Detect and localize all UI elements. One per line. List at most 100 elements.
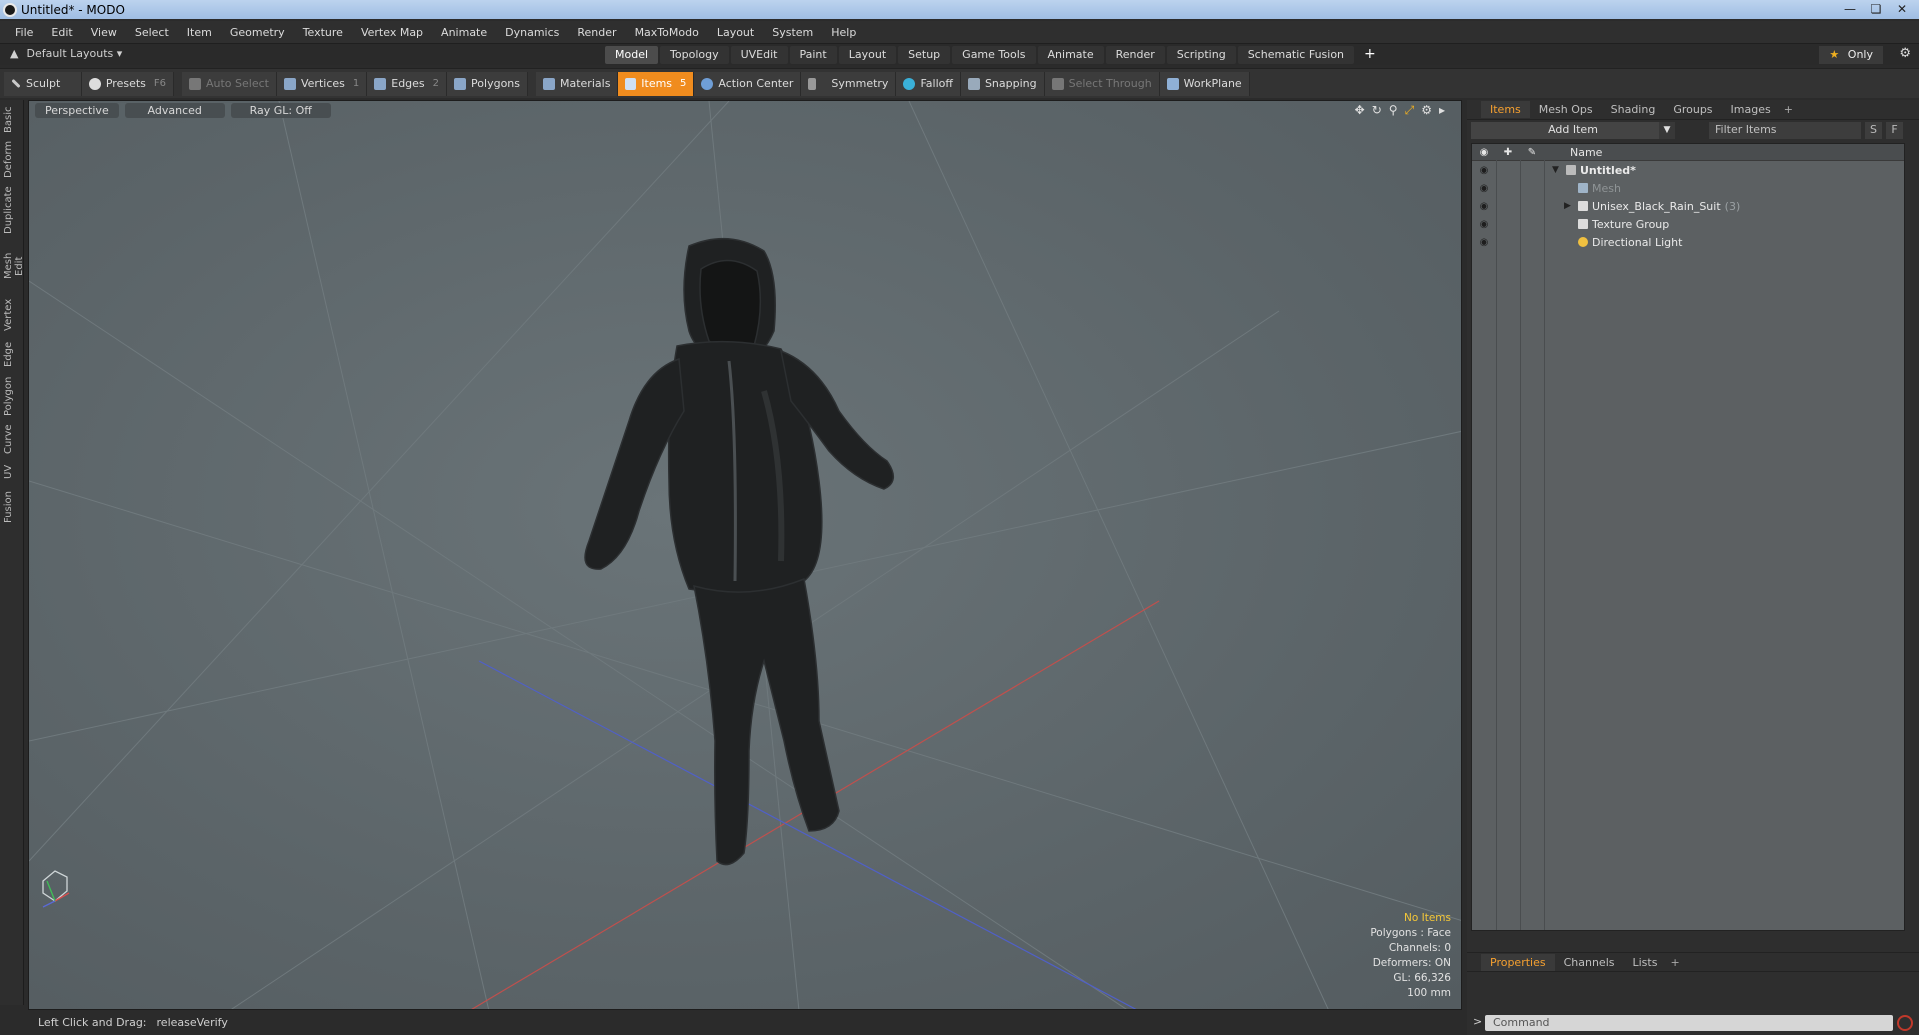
menu-layout[interactable]: Layout: [708, 26, 763, 39]
only-button[interactable]: ★ Only: [1819, 46, 1883, 64]
menu-item[interactable]: Item: [178, 26, 221, 39]
viewport-settings-icon[interactable]: ⚙: [1421, 103, 1432, 118]
menu-render[interactable]: Render: [568, 26, 625, 39]
vertices-button[interactable]: Vertices 1: [276, 71, 368, 96]
sculpt-button[interactable]: Sculpt: [4, 71, 82, 96]
perspective-dropdown[interactable]: Perspective: [35, 103, 119, 118]
items-button[interactable]: Items 5: [618, 71, 695, 96]
auto-select-button[interactable]: Auto Select: [182, 71, 277, 96]
menu-geometry[interactable]: Geometry: [221, 26, 294, 39]
tab-lists[interactable]: Lists: [1624, 954, 1667, 971]
raygl-toggle[interactable]: Ray GL: Off: [230, 103, 331, 118]
vtab-basic[interactable]: Basic: [3, 105, 21, 135]
chevron-down-icon[interactable]: ▼: [1659, 122, 1675, 139]
materials-button[interactable]: Materials: [536, 71, 619, 96]
collapse-arrow-icon[interactable]: ▼: [1552, 165, 1562, 175]
falloff-button[interactable]: Falloff: [896, 71, 961, 96]
menu-animate[interactable]: Animate: [432, 26, 496, 39]
presets-button[interactable]: Presets F6: [82, 71, 174, 96]
polygons-button[interactable]: Polygons: [447, 71, 528, 96]
edges-button[interactable]: Edges 2: [367, 71, 448, 96]
tab-items[interactable]: Items: [1481, 101, 1530, 118]
list-item[interactable]: ◉ Texture Group: [1472, 215, 1904, 233]
tab-channels[interactable]: Channels: [1555, 954, 1624, 971]
tab-paint[interactable]: Paint: [789, 46, 837, 64]
command-input[interactable]: Command: [1485, 1015, 1893, 1031]
zoom-icon[interactable]: ⚲: [1389, 103, 1398, 118]
eye-icon[interactable]: ◉: [1472, 237, 1496, 248]
select-through-button[interactable]: Select Through: [1044, 71, 1160, 96]
tab-game-tools[interactable]: Game Tools: [952, 46, 1036, 64]
add-properties-tab-icon[interactable]: +: [1670, 956, 1679, 969]
vtab-fusion[interactable]: Fusion: [3, 490, 21, 524]
tab-properties[interactable]: Properties: [1481, 953, 1555, 971]
tab-model[interactable]: Model: [605, 46, 659, 64]
visibility-column-icon[interactable]: ◉: [1472, 147, 1496, 158]
lock-column-icon[interactable]: ✚: [1496, 147, 1520, 158]
eye-icon[interactable]: ◉: [1472, 219, 1496, 230]
menu-dynamics[interactable]: Dynamics: [496, 26, 568, 39]
list-item[interactable]: ◉ Directional Light: [1472, 233, 1904, 251]
list-item[interactable]: ◉ ▶ Unisex_Black_Rain_Suit (3): [1472, 197, 1904, 215]
menu-maxtomodo[interactable]: MaxToModo: [626, 26, 708, 39]
list-item[interactable]: ◉ ▼ Untitled*: [1472, 161, 1904, 179]
menu-file[interactable]: File: [6, 26, 42, 39]
menu-texture[interactable]: Texture: [294, 26, 352, 39]
expand-arrow-icon[interactable]: ▶: [1564, 201, 1574, 211]
shading-mode-dropdown[interactable]: Advanced: [124, 103, 225, 118]
vtab-duplicate[interactable]: Duplicate: [3, 186, 21, 234]
menu-view[interactable]: View: [82, 26, 126, 39]
layouts-dropdown[interactable]: ▲ Default Layouts ▾: [10, 47, 122, 60]
minimize-icon[interactable]: —: [1837, 0, 1863, 18]
record-icon[interactable]: [1897, 1015, 1913, 1031]
f-filter-button[interactable]: F: [1886, 122, 1903, 139]
symmetry-button[interactable]: Symmetry: [801, 71, 897, 96]
gear-icon[interactable]: ⚙: [1899, 46, 1911, 61]
tab-uvedit[interactable]: UVEdit: [730, 46, 788, 64]
vtab-edge[interactable]: Edge: [3, 340, 21, 368]
tab-schematic-fusion[interactable]: Schematic Fusion: [1237, 46, 1355, 64]
tab-topology[interactable]: Topology: [660, 46, 729, 64]
tab-scripting[interactable]: Scripting: [1166, 46, 1236, 64]
name-column-header[interactable]: Name: [1570, 146, 1602, 159]
list-item[interactable]: ◉ Mesh: [1472, 179, 1904, 197]
scene-canvas[interactable]: [29, 101, 1462, 1010]
3d-viewport[interactable]: Perspective Advanced Ray GL: Off ✥ ↻ ⚲ ⤢…: [28, 100, 1462, 1010]
tab-setup[interactable]: Setup: [898, 46, 951, 64]
rotate-icon[interactable]: ↻: [1372, 103, 1382, 118]
workplane-button[interactable]: WorkPlane: [1159, 71, 1250, 96]
action-center-button[interactable]: Action Center: [694, 71, 802, 96]
vtab-curve[interactable]: Curve: [3, 424, 21, 454]
pan-icon[interactable]: ✥: [1355, 103, 1365, 118]
maximize-view-icon[interactable]: ⤢: [1405, 103, 1415, 118]
snapping-button[interactable]: Snapping: [960, 71, 1045, 96]
menu-system[interactable]: System: [763, 26, 822, 39]
viewport-arrow-icon[interactable]: ▸: [1439, 103, 1445, 118]
tab-groups[interactable]: Groups: [1664, 101, 1721, 118]
rain-suit-model[interactable]: [584, 237, 894, 866]
add-item-button[interactable]: Add Item ▼: [1471, 122, 1675, 139]
eye-icon[interactable]: ◉: [1472, 201, 1496, 212]
s-filter-button[interactable]: S: [1865, 122, 1882, 139]
tab-layout[interactable]: Layout: [838, 46, 897, 64]
eye-icon[interactable]: ◉: [1472, 183, 1496, 194]
menu-vertex-map[interactable]: Vertex Map: [352, 26, 432, 39]
maximize-icon[interactable]: ❏: [1863, 0, 1889, 18]
tab-shading[interactable]: Shading: [1602, 101, 1665, 118]
tab-render[interactable]: Render: [1105, 46, 1165, 64]
vtab-uv[interactable]: UV: [3, 462, 21, 482]
menu-help[interactable]: Help: [822, 26, 865, 39]
eye-icon[interactable]: ◉: [1472, 165, 1496, 176]
tab-images[interactable]: Images: [1722, 101, 1780, 118]
vtab-deform[interactable]: Deform: [3, 141, 21, 178]
filter-items-input[interactable]: Filter Items: [1709, 122, 1861, 139]
menu-edit[interactable]: Edit: [42, 26, 81, 39]
menu-select[interactable]: Select: [126, 26, 178, 39]
add-panel-tab-icon[interactable]: +: [1784, 103, 1793, 116]
vtab-vertex[interactable]: Vertex: [3, 298, 21, 332]
tab-animate[interactable]: Animate: [1037, 46, 1104, 64]
add-tab-icon[interactable]: +: [1364, 46, 1376, 64]
pen-column-icon[interactable]: ✎: [1520, 147, 1544, 158]
close-icon[interactable]: ✕: [1889, 0, 1915, 18]
vtab-mesh-edit[interactable]: Mesh Edit: [3, 242, 25, 290]
